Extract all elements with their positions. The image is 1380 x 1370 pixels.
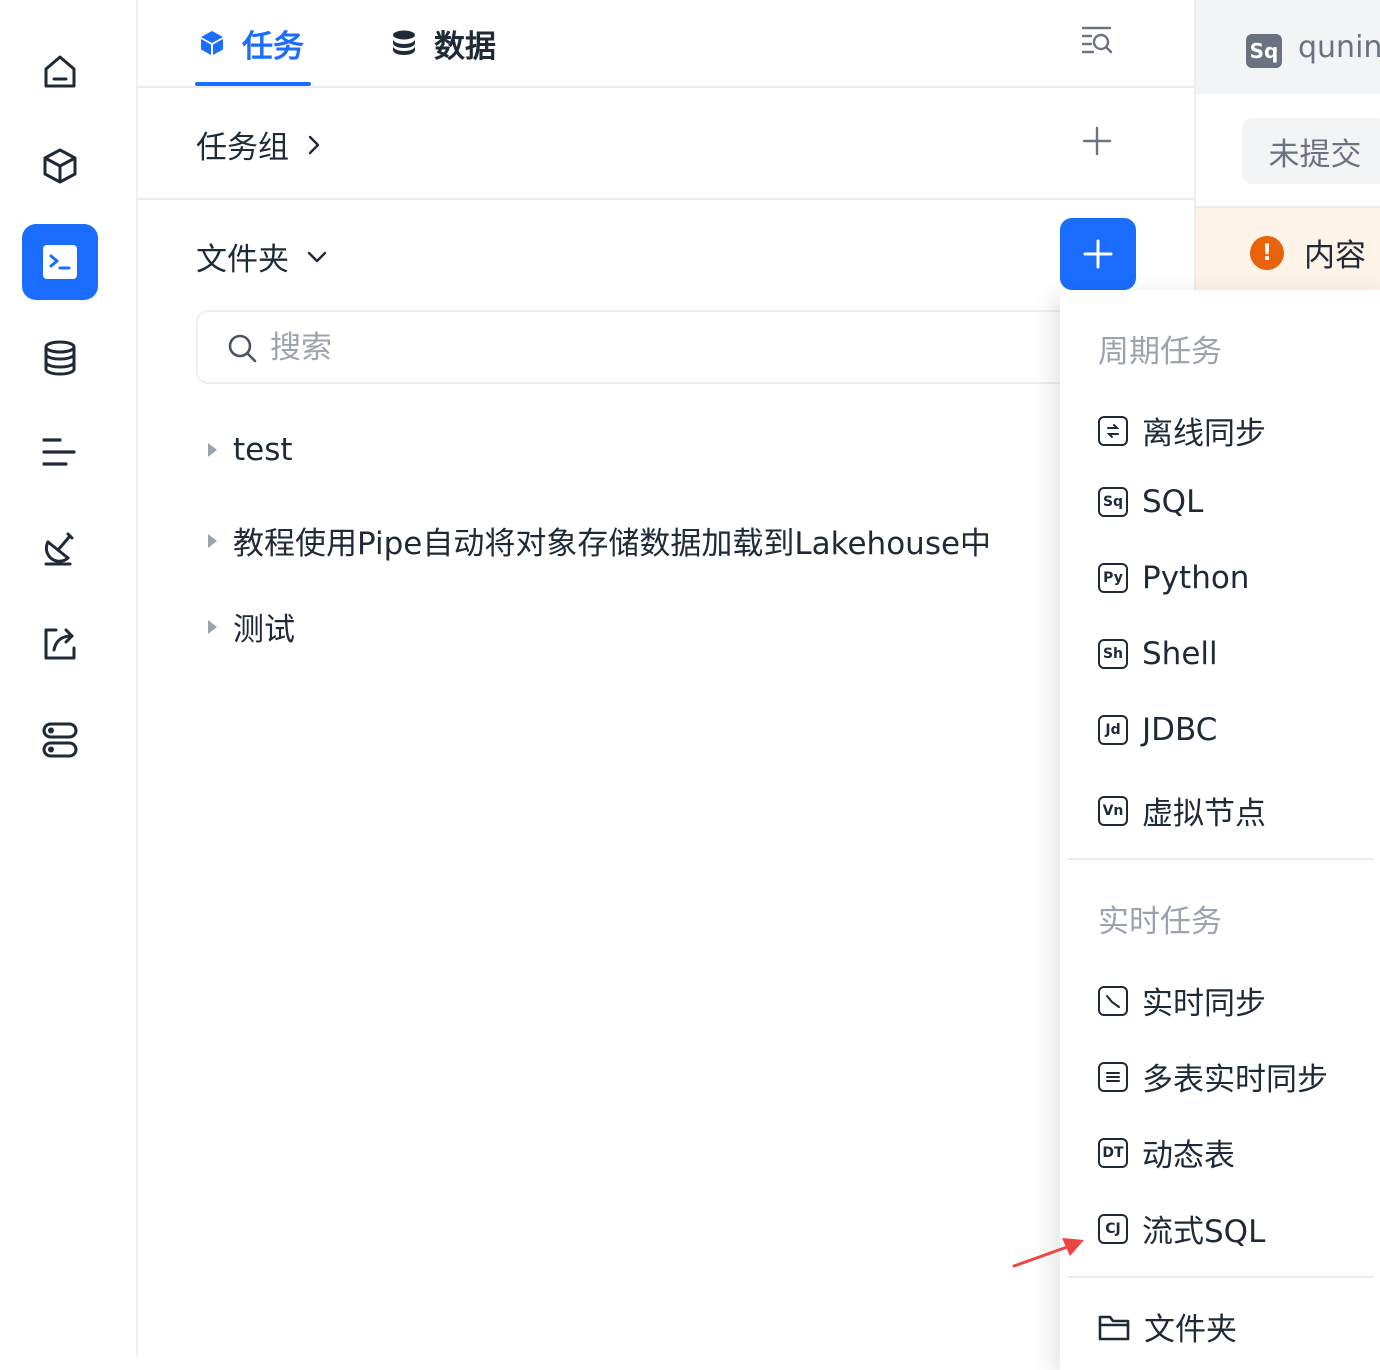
tree-item[interactable]: test — [208, 432, 293, 468]
realtime-sync-icon — [1098, 985, 1128, 1016]
folder-icon — [1098, 1315, 1130, 1340]
tab-data[interactable]: 数据 — [390, 0, 496, 86]
home-icon — [44, 55, 76, 88]
menu-item-folder[interactable]: 文件夹 — [1098, 1304, 1237, 1349]
add-button[interactable] — [1060, 218, 1136, 290]
caret-right-icon — [208, 533, 217, 548]
menu-item-label: 动态表 — [1142, 1138, 1235, 1174]
tree-item-label: 教程使用Pipe自动将对象存储数据加载到Lakehouse中 — [233, 526, 992, 562]
menu-item-jdbc[interactable]: Jd JDBC — [1098, 712, 1217, 748]
warning-icon: ! — [1250, 236, 1284, 270]
chevron-down-icon — [307, 251, 327, 262]
offline-sync-icon — [1098, 415, 1128, 446]
shell-icon: Sh — [1098, 639, 1128, 669]
share-icon — [44, 628, 76, 660]
task-group-label: 任务组 — [196, 130, 289, 166]
gantt-icon — [42, 438, 76, 466]
tab-tasks[interactable]: 任务 — [198, 0, 304, 86]
tab-label: 数据 — [434, 28, 496, 65]
sidebar-item-server[interactable] — [22, 702, 98, 778]
streaming-sql-icon: CJ — [1098, 1213, 1128, 1244]
menu-item-label: 文件夹 — [1144, 1312, 1237, 1348]
menu-item-label: 实时同步 — [1142, 986, 1266, 1022]
status-badge: 未提交 — [1242, 118, 1380, 184]
menu-item-label: SQL — [1142, 484, 1204, 520]
sidebar-item-cube[interactable] — [22, 128, 98, 204]
menu-divider — [1068, 858, 1374, 860]
caret-right-icon — [208, 619, 217, 634]
multi-table-sync-icon — [1098, 1061, 1128, 1092]
annotation-arrow-icon — [1012, 1238, 1084, 1268]
folder-label: 文件夹 — [196, 242, 289, 278]
folder-title[interactable]: 文件夹 — [196, 234, 329, 279]
menu-item-multi-table-sync[interactable]: 多表实时同步 — [1098, 1054, 1328, 1099]
python-icon: Py — [1098, 563, 1128, 593]
dynamic-table-icon: DT — [1098, 1137, 1128, 1168]
menu-item-label: Python — [1142, 560, 1250, 596]
sql-icon: Sq — [1098, 487, 1128, 517]
task-panel: 任务 数据 任务组 文件夹 test 教程使用Pipe自动将对象存储数据加载到L… — [138, 0, 1194, 1356]
tree-item-label: 测试 — [233, 612, 295, 648]
editor-tab-bar: Sq qunin — [1196, 0, 1380, 94]
search-icon — [228, 334, 257, 363]
search-input[interactable] — [268, 324, 972, 372]
chevron-right-icon — [308, 135, 320, 154]
editor-tab-name[interactable]: qunin — [1298, 30, 1380, 65]
database-icon — [393, 30, 415, 55]
warning-banner: ! 内容 — [1196, 208, 1380, 292]
tree-item-label: test — [233, 432, 293, 468]
server-icon — [42, 722, 78, 758]
menu-item-python[interactable]: Py Python — [1098, 560, 1249, 596]
menu-item-label: JDBC — [1142, 712, 1218, 748]
satellite-icon — [44, 532, 74, 566]
menu-item-offline-sync[interactable]: 离线同步 — [1098, 408, 1266, 453]
menu-group-realtime: 实时任务 — [1098, 904, 1222, 940]
menu-item-label: 虚拟节点 — [1142, 796, 1266, 832]
left-sidebar — [0, 0, 138, 1356]
menu-item-virtual-node[interactable]: Vn 虚拟节点 — [1098, 788, 1266, 833]
menu-item-label: 离线同步 — [1142, 416, 1266, 452]
search-list-icon[interactable] — [1080, 22, 1116, 58]
jdbc-icon: Jd — [1098, 715, 1128, 745]
task-group-title[interactable]: 任务组 — [196, 122, 323, 167]
cube-icon — [43, 148, 77, 184]
sidebar-item-satellite[interactable] — [22, 510, 98, 586]
task-group-row: 任务组 — [138, 88, 1194, 200]
menu-item-label: 多表实时同步 — [1142, 1062, 1328, 1098]
sql-file-badge: Sq — [1246, 34, 1282, 68]
menu-divider — [1068, 1276, 1374, 1278]
add-task-group-icon[interactable] — [1082, 126, 1112, 156]
active-tab-indicator — [195, 82, 311, 86]
tabs-bar: 任务 数据 — [138, 0, 1194, 88]
create-menu: 周期任务 离线同步 Sq SQL Py Python Sh Shell Jd J… — [1060, 290, 1380, 1370]
database-icon — [44, 340, 76, 376]
search-box — [196, 310, 1096, 384]
tree-item[interactable]: 测试 — [208, 604, 295, 649]
tree-item[interactable]: 教程使用Pipe自动将对象存储数据加载到Lakehouse中 — [208, 518, 991, 563]
warning-text: 内容 — [1304, 238, 1366, 274]
menu-item-sql[interactable]: Sq SQL — [1098, 484, 1203, 520]
tab-label: 任务 — [242, 28, 304, 65]
menu-item-streaming-sql[interactable]: CJ 流式SQL — [1098, 1206, 1265, 1251]
sidebar-item-development[interactable] — [22, 224, 98, 300]
sidebar-item-database[interactable] — [22, 320, 98, 396]
menu-item-realtime-sync[interactable]: 实时同步 — [1098, 978, 1266, 1023]
cube-icon — [201, 31, 223, 55]
sidebar-item-gantt[interactable] — [22, 414, 98, 490]
menu-group-periodic: 周期任务 — [1098, 334, 1222, 370]
menu-item-dynamic-table[interactable]: DT 动态表 — [1098, 1130, 1235, 1175]
plus-icon — [1083, 239, 1113, 269]
menu-item-label: 流式SQL — [1142, 1214, 1266, 1250]
sidebar-item-home[interactable] — [22, 34, 98, 110]
menu-item-shell[interactable]: Sh Shell — [1098, 636, 1218, 672]
sidebar-item-share[interactable] — [22, 606, 98, 682]
menu-item-label: Shell — [1142, 636, 1218, 672]
caret-right-icon — [208, 443, 217, 457]
virtual-node-icon: Vn — [1098, 795, 1128, 826]
terminal-icon — [43, 245, 77, 279]
